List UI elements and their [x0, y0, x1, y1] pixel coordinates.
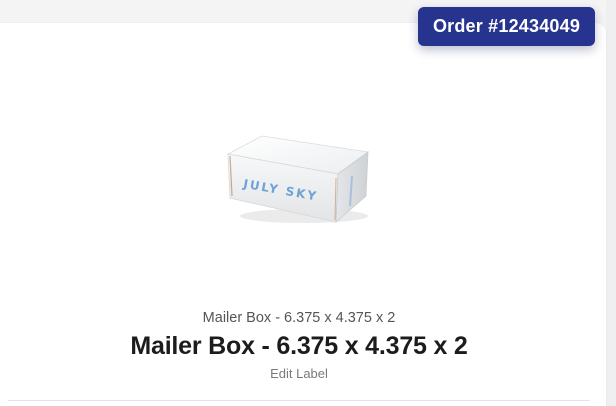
page-background-strip: [606, 0, 616, 406]
order-number-badge[interactable]: Order #12434049: [418, 7, 595, 46]
edit-label-link[interactable]: Edit Label: [0, 366, 598, 381]
product-title: Mailer Box - 6.375 x 4.375 x 2: [130, 332, 468, 360]
product-image: JULY SKY: [222, 126, 372, 226]
mailer-box-icon: JULY SKY: [226, 135, 370, 223]
product-subtitle: Mailer Box - 6.375 x 4.375 x 2: [202, 310, 396, 326]
section-divider: [8, 400, 590, 401]
